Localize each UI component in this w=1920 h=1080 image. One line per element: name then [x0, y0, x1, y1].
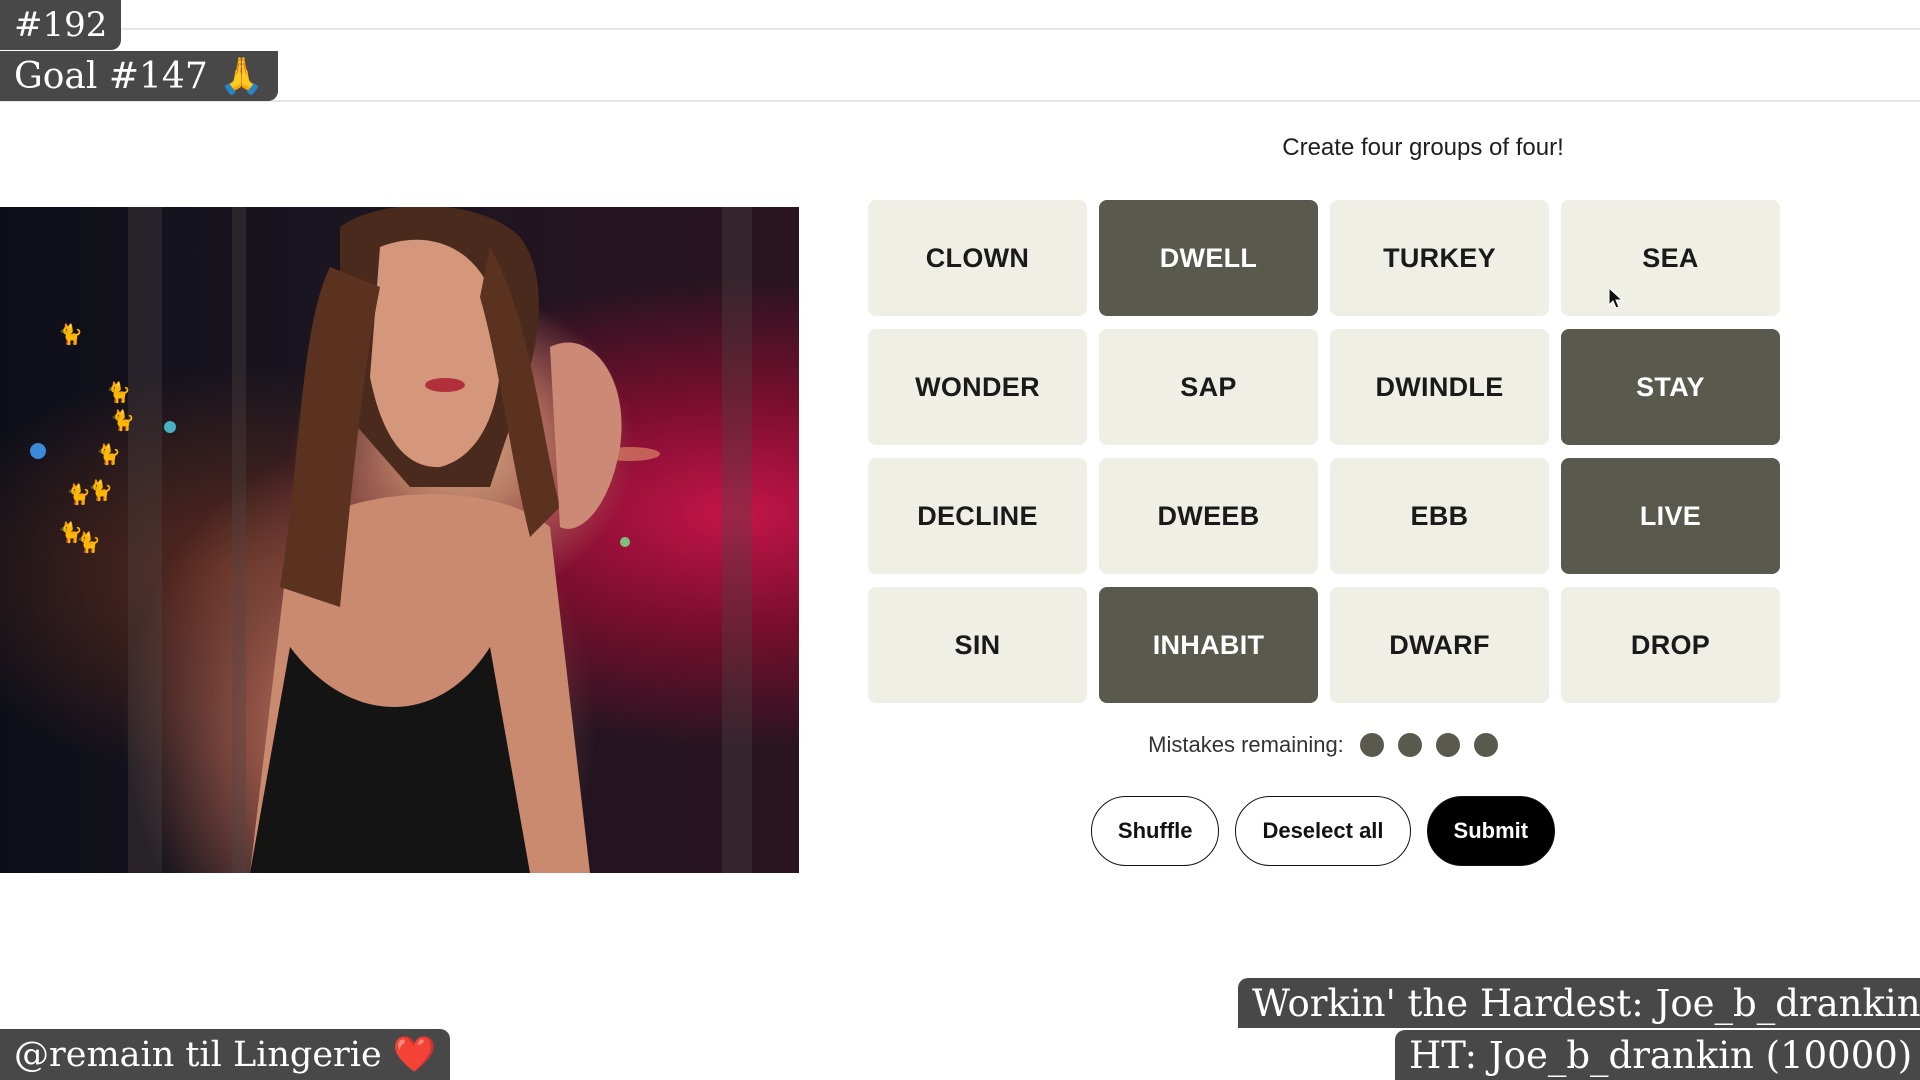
- hardest-worker-overlay: Workin' the Hardest: Joe_b_drankin: [1238, 978, 1920, 1028]
- submit-button[interactable]: Submit: [1426, 796, 1556, 866]
- word-tile[interactable]: DWEEB: [1099, 458, 1318, 574]
- high-tip-overlay: HT: Joe_b_drankin (10000): [1395, 1030, 1920, 1080]
- word-grid: CLOWN DWELL TURKEY SEA WONDER SAP DWINDL…: [868, 200, 1780, 703]
- streamer-figure: [250, 207, 622, 873]
- cat-emote-icon: 🐈: [76, 532, 101, 554]
- cat-emote-icon: 🐈: [106, 382, 131, 404]
- remain-overlay: @remain til Lingerie ❤️: [0, 1029, 451, 1080]
- word-tile[interactable]: LIVE: [1561, 458, 1780, 574]
- word-tile[interactable]: TURKEY: [1330, 200, 1549, 316]
- mistake-dot-icon: [1397, 733, 1422, 757]
- game-instructions: Create four groups of four!: [1282, 134, 1564, 161]
- cat-emote-icon: 🐈: [96, 444, 121, 466]
- word-tile[interactable]: INHABIT: [1099, 587, 1318, 703]
- word-tile[interactable]: SAP: [1099, 329, 1318, 445]
- city-light: [164, 421, 176, 433]
- mistake-dot-icon: [1435, 733, 1460, 757]
- word-tile[interactable]: WONDER: [868, 329, 1087, 445]
- goal-overlay: Goal #147 🙏: [0, 51, 278, 101]
- cat-emote-icon: 🐈: [88, 480, 113, 502]
- mistake-dot-icon: [1359, 733, 1384, 757]
- window-frame: [128, 207, 162, 873]
- word-tile[interactable]: DWARF: [1330, 587, 1549, 703]
- word-tile[interactable]: SEA: [1561, 200, 1780, 316]
- window-frame: [722, 207, 752, 873]
- word-tile[interactable]: STAY: [1561, 329, 1780, 445]
- counter-overlay: #192: [0, 0, 122, 50]
- mouse-cursor-icon: [1608, 287, 1624, 309]
- deselect-all-button[interactable]: Deselect all: [1235, 796, 1411, 866]
- word-tile[interactable]: DECLINE: [868, 458, 1087, 574]
- top-divider: [0, 28, 1920, 30]
- header-divider: [0, 100, 1920, 102]
- action-buttons: Shuffle Deselect all Submit: [868, 796, 1778, 866]
- word-tile[interactable]: DROP: [1561, 587, 1780, 703]
- word-tile[interactable]: DWINDLE: [1330, 329, 1549, 445]
- mistake-dots: [1359, 733, 1498, 757]
- cat-emote-icon: 🐈: [58, 324, 83, 346]
- mistake-dot-icon: [1473, 733, 1498, 757]
- word-tile[interactable]: DWELL: [1099, 200, 1318, 316]
- word-tile[interactable]: EBB: [1330, 458, 1549, 574]
- city-light: [30, 443, 46, 459]
- mistakes-indicator: Mistakes remaining:: [868, 732, 1778, 758]
- shuffle-button[interactable]: Shuffle: [1090, 796, 1220, 866]
- cat-emote-icon: 🐈: [110, 410, 135, 432]
- mistakes-label: Mistakes remaining:: [1148, 732, 1344, 757]
- word-tile[interactable]: SIN: [868, 587, 1087, 703]
- word-tile[interactable]: CLOWN: [868, 200, 1087, 316]
- webcam-feed: 🐈 🐈 🐈 🐈 🐈 🐈 🐈 🐈: [0, 207, 799, 873]
